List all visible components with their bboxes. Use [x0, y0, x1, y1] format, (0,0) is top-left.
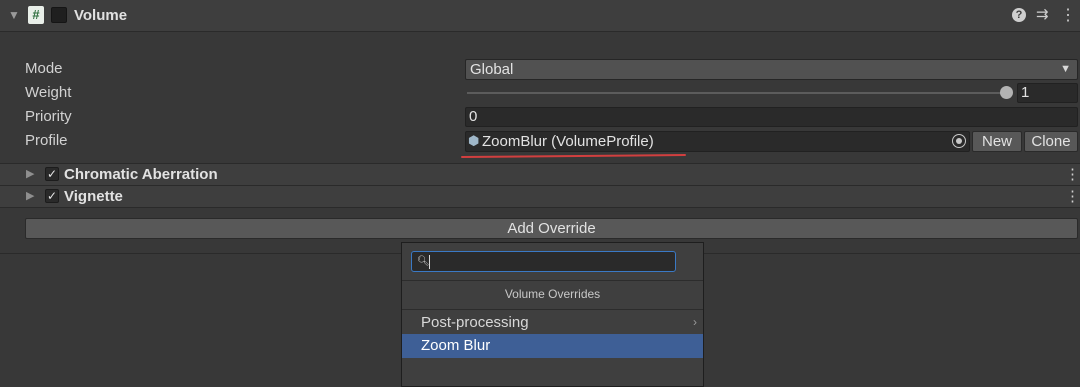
volume-profile-icon: ⬢ — [468, 133, 480, 148]
chevron-right-icon: › — [693, 315, 697, 329]
weight-slider-track[interactable] — [467, 92, 1007, 94]
collapse-arrow-icon[interactable]: ▼ — [8, 8, 20, 22]
weight-label: Weight — [25, 84, 72, 101]
menu-icon[interactable]: ⋮ — [1065, 165, 1080, 183]
popup-item-post-processing[interactable]: Post-processing › — [402, 311, 703, 335]
expand-arrow-icon[interactable]: ▶ — [26, 189, 34, 202]
priority-label: Priority — [25, 108, 72, 125]
component-header[interactable]: ▼ # Volume ? ⇉ ⋮ — [0, 0, 1080, 32]
object-picker-icon[interactable] — [952, 134, 966, 148]
override-enable-checkbox[interactable]: ✓ — [45, 167, 59, 181]
divider — [402, 280, 703, 281]
search-icon: 🔍︎ — [417, 256, 430, 267]
help-icon[interactable]: ? — [1012, 8, 1026, 22]
mode-label: Mode — [25, 60, 63, 77]
search-input[interactable]: 🔍︎ — [411, 251, 676, 272]
override-section-vignette[interactable]: ▶ ✓ Vignette ⋮ — [0, 185, 1080, 208]
popup-item-label: Zoom Blur — [421, 337, 491, 354]
override-title: Chromatic Aberration — [64, 166, 218, 183]
text-caret — [429, 255, 430, 269]
override-section-chromatic-aberration[interactable]: ▶ ✓ Chromatic Aberration ⋮ — [0, 163, 1080, 185]
mode-dropdown[interactable]: Global ▼ — [465, 59, 1078, 80]
override-title: Vignette — [64, 188, 123, 205]
annotation-underline — [460, 154, 687, 158]
component-title: Volume — [74, 7, 128, 24]
weight-slider-handle[interactable] — [1000, 86, 1013, 99]
clone-profile-button[interactable]: Clone — [1024, 131, 1078, 152]
profile-object-field[interactable]: ⬢ ZoomBlur (VolumeProfile) — [465, 131, 970, 152]
override-popup: 🔍︎ Volume Overrides Post-processing › Zo… — [401, 242, 704, 387]
divider — [402, 309, 703, 310]
component-enable-checkbox[interactable] — [51, 7, 67, 23]
menu-icon[interactable]: ⋮ — [1060, 5, 1076, 25]
presets-icon[interactable]: ⇉ — [1036, 5, 1049, 23]
profile-value: ZoomBlur (VolumeProfile) — [482, 133, 654, 150]
popup-title: Volume Overrides — [504, 287, 601, 301]
expand-arrow-icon[interactable]: ▶ — [26, 167, 34, 180]
popup-item-zoom-blur[interactable]: Zoom Blur — [402, 334, 703, 358]
dropdown-caret-icon: ▼ — [1060, 63, 1071, 75]
menu-icon[interactable]: ⋮ — [1065, 187, 1080, 205]
new-profile-button[interactable]: New — [972, 131, 1022, 152]
weight-input[interactable]: 1 — [1017, 83, 1078, 103]
priority-input[interactable]: 0 — [465, 107, 1078, 127]
script-icon: # — [28, 6, 44, 24]
override-enable-checkbox[interactable]: ✓ — [45, 189, 59, 203]
popup-item-label: Post-processing — [421, 314, 529, 331]
mode-value: Global — [470, 61, 514, 78]
add-override-button[interactable]: Add Override — [25, 218, 1078, 239]
profile-label: Profile — [25, 132, 68, 149]
